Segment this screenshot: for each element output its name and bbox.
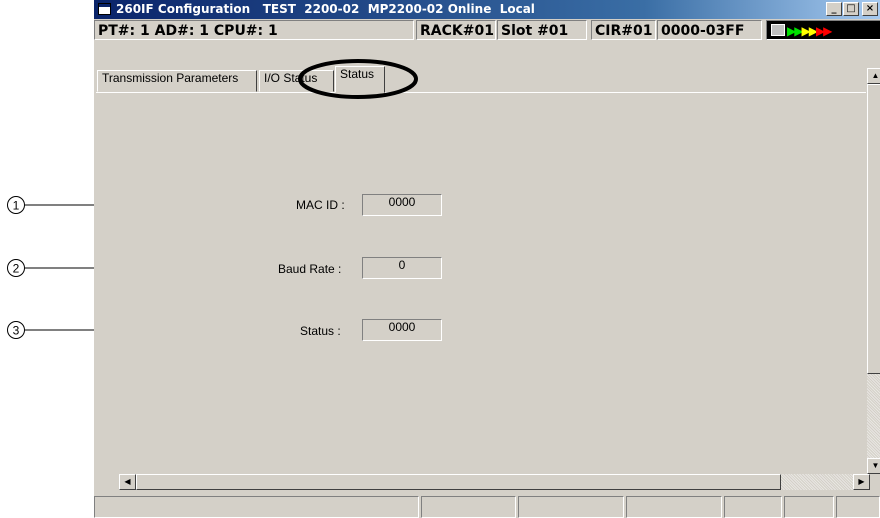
baud-rate-value: 0 [362, 257, 442, 279]
monitor-icon [771, 24, 785, 36]
scroll-down-arrow-icon[interactable]: ▼ [867, 458, 880, 474]
callout-3-number: 3 [13, 324, 20, 338]
status-cell [784, 496, 834, 518]
horizontal-scroll-thumb[interactable] [136, 474, 781, 490]
status-value: 0000 [362, 319, 442, 341]
tab-transmission-parameters[interactable]: Transmission Parameters [97, 70, 257, 92]
tab-io-status[interactable]: I/O Status [259, 70, 334, 92]
status-panel: MAC ID : 0000 Baud Rate : 0 Status : 000… [96, 92, 866, 473]
vertical-scrollbar[interactable]: ▲ ▼ [867, 68, 880, 474]
address-range-field: 0000-03FF [657, 20, 762, 40]
status-cell [518, 496, 624, 518]
window-title: 260IF Configuration TEST 2200-02 MP2200-… [116, 2, 535, 16]
horizontal-scrollbar[interactable]: ◀ ▶ [119, 474, 870, 490]
baud-rate-label: Baud Rate : [278, 262, 342, 276]
status-cell [836, 496, 880, 518]
cir-field: CIR#01 [591, 20, 656, 40]
led-yellow-icon: ▶▶ [801, 24, 818, 38]
status-cell [724, 496, 782, 518]
configuration-window: 260IF Configuration TEST 2200-02 MP2200-… [94, 0, 880, 518]
slot-field: Slot #01 [497, 20, 587, 40]
close-button[interactable]: × [862, 2, 878, 16]
callout-2-number: 2 [13, 262, 20, 276]
callout-1-number: 1 [13, 199, 20, 213]
app-window-icon [98, 3, 111, 15]
tab-status[interactable]: Status [335, 66, 385, 93]
led-red-icon: ▶▶ [815, 24, 833, 38]
status-label: Status : [300, 324, 341, 338]
led-green-icon: ▶▶ [787, 24, 804, 38]
scroll-right-arrow-icon[interactable]: ▶ [853, 474, 870, 490]
rack-field: RACK#01 [416, 20, 496, 40]
minimize-button[interactable]: _ [826, 2, 842, 16]
status-bar [94, 496, 880, 518]
mac-id-label: MAC ID : [296, 198, 345, 212]
scroll-left-arrow-icon[interactable]: ◀ [119, 474, 136, 490]
vertical-scroll-thumb[interactable] [867, 84, 880, 374]
status-cell [626, 496, 722, 518]
title-bar[interactable]: 260IF Configuration TEST 2200-02 MP2200-… [94, 0, 880, 19]
pt-ad-cpu-field: PT#: 1 AD#: 1 CPU#: 1 [94, 20, 414, 40]
status-cell [421, 496, 516, 518]
status-cell [94, 496, 419, 518]
online-status-indicator: ▶▶▶▶▶▶ [766, 20, 880, 40]
mac-id-value: 0000 [362, 194, 442, 216]
module-info-bar: PT#: 1 AD#: 1 CPU#: 1 RACK#01 Slot #01 C… [94, 20, 880, 40]
scroll-up-arrow-icon[interactable]: ▲ [867, 68, 880, 84]
horizontal-scroll-track[interactable] [781, 474, 853, 490]
maximize-button[interactable]: □ [843, 2, 859, 16]
